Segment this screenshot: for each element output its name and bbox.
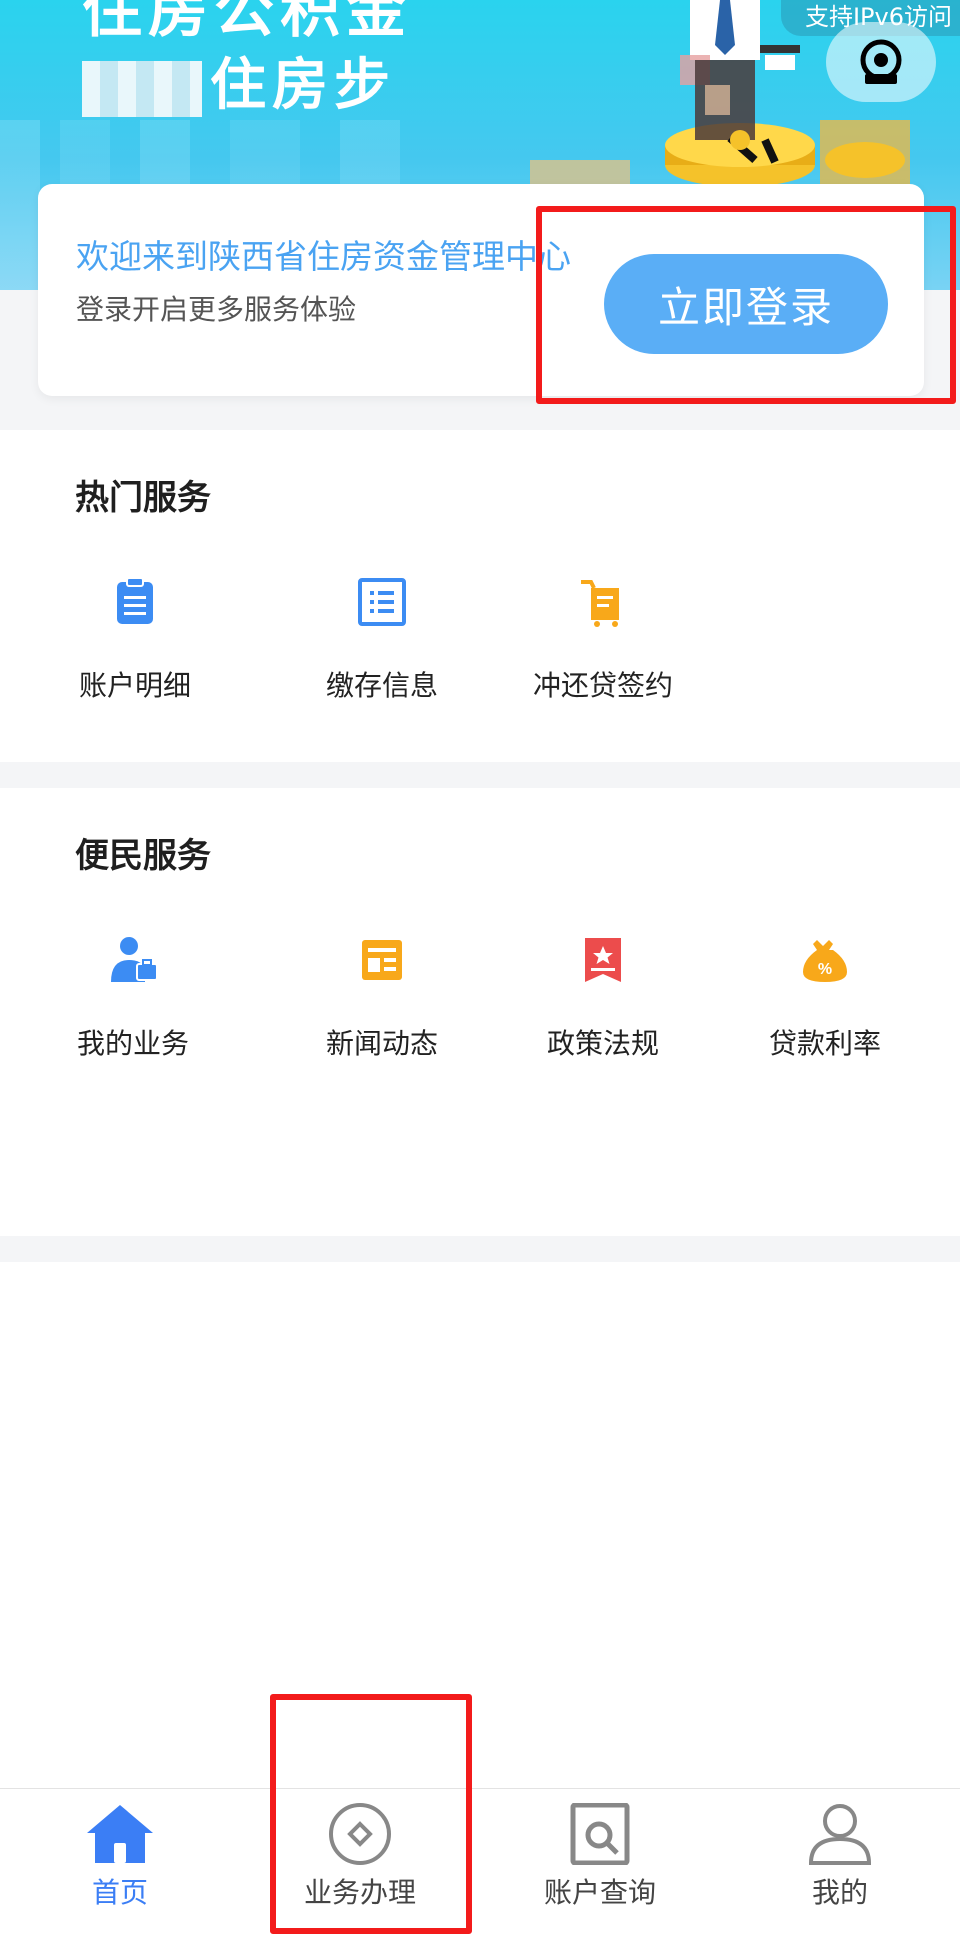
hot-services-title: 热门服务 [75, 478, 211, 518]
hot-services-section: 热门服务 账户明细 缴存信息 冲还贷签约 [0, 430, 960, 762]
money-bag-percent-icon: % [803, 940, 847, 982]
service-loan-repayment-signing[interactable]: 冲还贷签约 [513, 576, 693, 716]
convenience-services-section: 便民服务 我的业务 新闻动态 政策法规 % 贷款利率 [0, 788, 960, 1236]
camera-scan-icon [860, 39, 902, 84]
service-deposit-info[interactable]: 缴存信息 [292, 576, 472, 716]
banner-subtitle-text: 住房步 [210, 53, 396, 118]
svg-text:%: % [818, 961, 832, 978]
tab-home[interactable]: 首页 [0, 1789, 240, 1919]
service-label: 新闻动态 [325, 1027, 438, 1060]
service-policy-regulations[interactable]: 政策法规 [513, 934, 693, 1074]
welcome-text: 欢迎来到陕西省住房资金管理中心 [76, 237, 571, 276]
tab-mine[interactable]: 我的 [720, 1789, 960, 1919]
service-account-details[interactable]: 账户明细 [45, 576, 225, 716]
service-my-business[interactable]: 我的业务 [43, 934, 223, 1074]
convenience-services-title: 便民服务 [75, 836, 211, 876]
bookmark-star-icon [585, 938, 621, 982]
service-label: 冲还贷签约 [532, 669, 673, 702]
news-icon [362, 940, 402, 980]
bottom-tab-bar: 首页 业务办理 账户查询 我的 [0, 1788, 960, 1939]
tab-label: 首页 [91, 1876, 148, 1909]
blurred-text-region [82, 60, 202, 117]
list-doc-icon [358, 578, 406, 626]
clipboard-icon [117, 577, 153, 624]
service-label: 缴存信息 [325, 669, 438, 702]
service-loan-rate[interactable]: % 贷款利率 [735, 934, 915, 1074]
search-doc-icon [570, 1803, 630, 1865]
user-icon [808, 1804, 872, 1865]
content-blank-area [0, 1262, 960, 1788]
person-briefcase-icon [111, 937, 158, 982]
cart-doc-icon [581, 580, 619, 627]
login-tip-text: 登录开启更多服务体验 [76, 293, 357, 326]
service-label: 我的业务 [76, 1027, 189, 1060]
service-news[interactable]: 新闻动态 [292, 934, 472, 1074]
highlight-box-business-tab [270, 1694, 472, 1934]
highlight-box-login [536, 206, 956, 404]
service-label: 政策法规 [546, 1027, 659, 1060]
banner-subtitle: 住房步 [82, 40, 396, 121]
service-label: 账户明细 [78, 669, 191, 702]
tab-label: 账户查询 [543, 1876, 656, 1909]
tab-account-query[interactable]: 账户查询 [480, 1789, 720, 1919]
home-icon [87, 1805, 153, 1863]
tab-label: 我的 [811, 1876, 868, 1909]
face-scan-button[interactable] [826, 22, 936, 102]
service-label: 贷款利率 [768, 1027, 881, 1060]
